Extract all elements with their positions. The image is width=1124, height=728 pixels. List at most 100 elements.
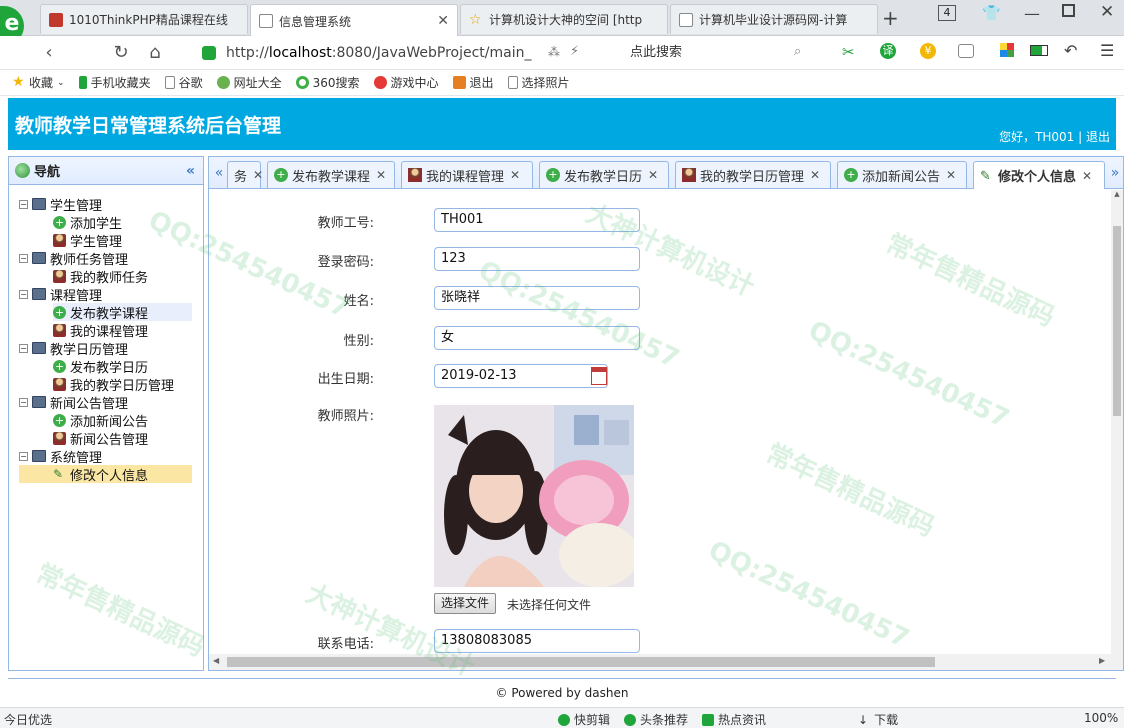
bookmark-logout[interactable]: 退出 <box>452 74 494 91</box>
nav-item[interactable]: 我的课程管理 <box>53 321 148 340</box>
coupon-icon[interactable]: ¥ <box>920 43 936 59</box>
nav-item[interactable]: − 学生管理 <box>19 195 102 214</box>
close-tab-icon[interactable]: ✕ <box>1082 169 1092 183</box>
collapse-node-icon[interactable]: − <box>19 253 28 263</box>
nav-item[interactable]: + 发布教学日历 <box>53 357 148 376</box>
collapse-icon[interactable]: « <box>186 163 195 179</box>
bookmark-photo[interactable]: 选择照片 <box>507 74 570 91</box>
bookmark-mobile[interactable]: 手机收藏夹 <box>78 74 151 91</box>
bookmark-google[interactable]: 谷歌 <box>164 74 203 91</box>
maximize-button[interactable] <box>1062 4 1075 17</box>
grid-icon[interactable]: ⁂ <box>548 45 560 59</box>
collapse-node-icon[interactable]: − <box>19 289 28 299</box>
close-tab-icon[interactable]: ✕ <box>437 13 449 29</box>
browser-tab-4[interactable]: 计算机毕业设计源码网-计算 <box>670 4 878 34</box>
app-tab[interactable]: + 发布教学日历 ✕ <box>539 161 669 188</box>
apps-icon[interactable] <box>1000 43 1014 57</box>
bookmark-sites[interactable]: 网址大全 <box>216 74 282 91</box>
browser-tab-2[interactable]: 信息管理系统 ✕ <box>250 4 458 37</box>
new-tab-button[interactable]: + <box>882 6 899 30</box>
phone-field[interactable]: 13808083085 <box>434 629 640 653</box>
lightning-icon[interactable]: ⚡ <box>570 44 579 59</box>
undo-icon[interactable]: ↶ <box>1064 41 1077 60</box>
collapse-node-icon[interactable]: − <box>19 451 28 461</box>
status-hot-news[interactable]: 热点资讯 <box>702 711 766 728</box>
browser-tab-bar: e 1010ThinkPHP精品课程在线 信息管理系统 ✕ ☆ 计算机设计大神的… <box>0 0 1124 46</box>
app-tab[interactable]: + 添加新闻公告 ✕ <box>837 161 967 188</box>
bookmark-favorites[interactable]: ★ 收藏 ⌄ <box>12 74 65 91</box>
battery-icon[interactable] <box>1030 45 1048 56</box>
nav-item[interactable]: − 新闻公告管理 <box>19 393 129 412</box>
close-tab-icon[interactable]: ✕ <box>946 168 956 182</box>
add-icon: + <box>53 413 66 427</box>
choose-file-button[interactable]: 选择文件 <box>434 593 497 614</box>
app-tab[interactable]: 我的教学日历管理 ✕ <box>675 161 831 188</box>
status-download[interactable]: ↓ 下载 <box>858 711 898 728</box>
birth-date-field[interactable]: 2019-02-13 <box>434 364 608 388</box>
nav-item[interactable]: + 发布教学课程 <box>53 303 192 322</box>
nav-item[interactable]: − 教师任务管理 <box>19 249 128 268</box>
menu-icon[interactable]: ☰ <box>1100 41 1114 60</box>
nav-item-label: 新闻公告管理 <box>50 396 129 412</box>
app-tab[interactable]: + 发布教学课程 ✕ <box>267 161 395 188</box>
nav-item[interactable]: ✎ 修改个人信息 <box>19 465 192 484</box>
bookmark-games[interactable]: 游戏中心 <box>373 74 439 91</box>
app-tab[interactable]: ✎ 修改个人信息 ✕ <box>973 161 1105 189</box>
browser-tab-1[interactable]: 1010ThinkPHP精品课程在线 <box>40 4 248 34</box>
status-today-picks[interactable]: 今日优选 <box>4 711 52 728</box>
zoom-level[interactable]: 100% <box>1084 711 1118 725</box>
app-header: 教师教学日常管理系统后台管理 您好，TH001 | 退出 <box>8 98 1116 150</box>
bookmark-label: 360搜索 <box>312 76 360 90</box>
calendar-icon[interactable] <box>591 367 607 385</box>
close-tab-icon[interactable]: ✕ <box>648 168 658 182</box>
close-tab-icon[interactable]: ✕ <box>810 168 820 182</box>
search-icon[interactable]: ⌕ <box>794 44 801 59</box>
close-tab-icon[interactable]: ✕ <box>376 168 386 182</box>
nav-item[interactable]: 新闻公告管理 <box>53 429 148 448</box>
vertical-scroll-thumb[interactable] <box>1113 226 1121 416</box>
nav-item[interactable]: + 添加学生 <box>53 213 122 232</box>
nav-item[interactable]: 我的教师任务 <box>53 267 148 286</box>
name-field[interactable]: 张晓祥 <box>434 286 640 310</box>
app-tab[interactable]: 务 ✕ <box>227 161 263 188</box>
teacher-id-field[interactable]: TH001 <box>434 208 640 232</box>
bookmark-360search[interactable]: 360搜索 <box>295 74 360 91</box>
tab-scroll-right-icon[interactable]: » <box>1107 165 1123 183</box>
user-icon <box>53 377 66 391</box>
close-tab-icon[interactable]: ✕ <box>510 168 520 182</box>
user-greeting-logout[interactable]: 您好，TH001 | 退出 <box>999 128 1110 145</box>
close-window-button[interactable]: ✕ <box>1100 2 1114 22</box>
status-quick-edit[interactable]: 快剪辑 <box>558 711 610 728</box>
close-tab-icon[interactable]: ✕ <box>253 168 263 182</box>
tab-count-badge[interactable]: 4 <box>938 5 956 21</box>
nav-item[interactable]: − 系统管理 <box>19 447 102 466</box>
screenshot-icon[interactable] <box>958 44 974 58</box>
back-button[interactable]: ‹ <box>38 42 60 64</box>
translate-icon[interactable]: 译 <box>880 43 896 59</box>
minimize-button[interactable]: — <box>1024 4 1040 23</box>
search-input[interactable]: 点此搜索 <box>618 40 813 66</box>
nav-item[interactable]: 学生管理 <box>53 231 122 250</box>
vertical-scrollbar[interactable]: ▲ <box>1111 190 1123 654</box>
collapse-node-icon[interactable]: − <box>19 343 28 353</box>
app-tab[interactable]: 我的课程管理 ✕ <box>401 161 533 188</box>
scissors-icon[interactable]: ✂ <box>842 43 855 61</box>
tab-scroll-left-icon[interactable]: « <box>211 165 227 183</box>
reload-button[interactable]: ↻ <box>110 42 132 64</box>
gender-field[interactable]: 女 <box>434 326 640 350</box>
security-shield-icon <box>202 46 216 60</box>
address-bar[interactable]: http://localhost:8080/JavaWebProject/mai… <box>196 40 606 66</box>
shirt-icon[interactable]: 👕 <box>982 4 1001 22</box>
nav-item[interactable]: − 教学日历管理 <box>19 339 128 358</box>
status-headlines[interactable]: 头条推荐 <box>624 711 688 728</box>
horizontal-scrollbar[interactable]: ◀ ▶ <box>209 654 1123 670</box>
nav-item[interactable]: 我的教学日历管理 <box>53 375 174 394</box>
collapse-node-icon[interactable]: − <box>19 199 28 209</box>
nav-item[interactable]: − 课程管理 <box>19 285 102 304</box>
password-field[interactable]: 123 <box>434 247 640 271</box>
browser-tab-3[interactable]: ☆ 计算机设计大神的空间 [http <box>460 4 668 34</box>
collapse-node-icon[interactable]: − <box>19 397 28 407</box>
home-button[interactable]: ⌂ <box>144 42 166 64</box>
horizontal-scroll-thumb[interactable] <box>227 657 935 667</box>
nav-item[interactable]: + 添加新闻公告 <box>53 411 148 430</box>
